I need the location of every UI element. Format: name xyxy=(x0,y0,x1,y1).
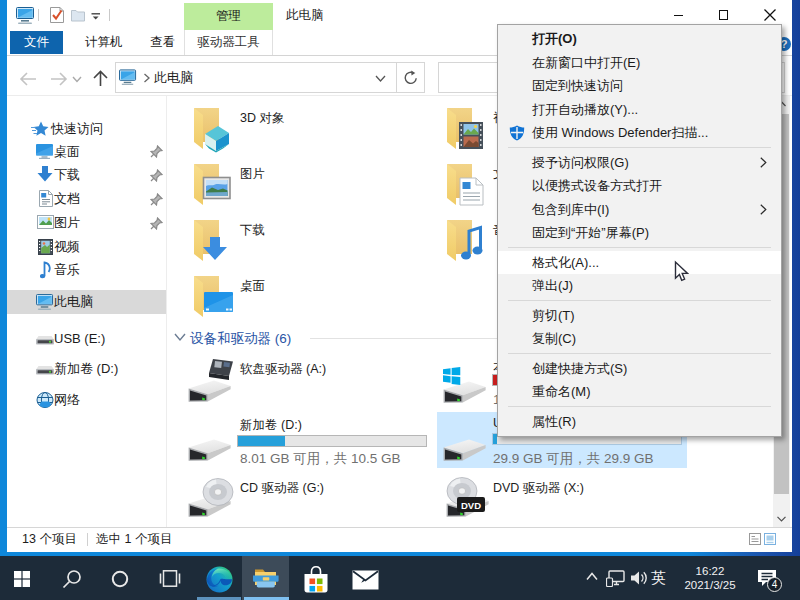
svg-text:DVD: DVD xyxy=(461,500,481,511)
